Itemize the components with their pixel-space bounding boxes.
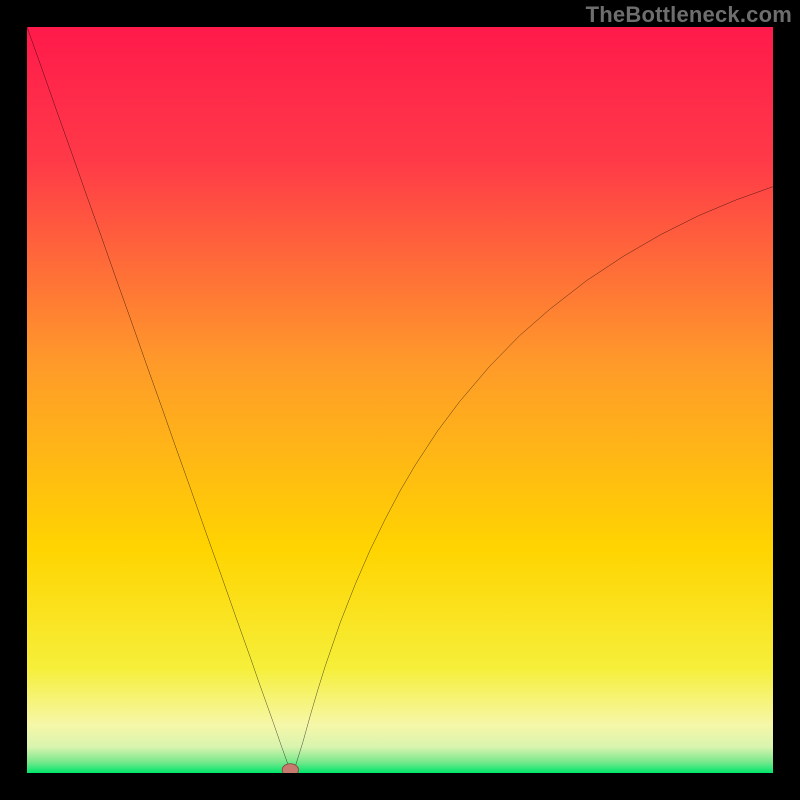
plot-background (27, 27, 773, 773)
plot-area (27, 27, 773, 773)
plot-svg (27, 27, 773, 773)
watermark-text: TheBottleneck.com (586, 2, 792, 28)
chart-frame: TheBottleneck.com (0, 0, 800, 800)
optimum-marker (282, 764, 298, 773)
